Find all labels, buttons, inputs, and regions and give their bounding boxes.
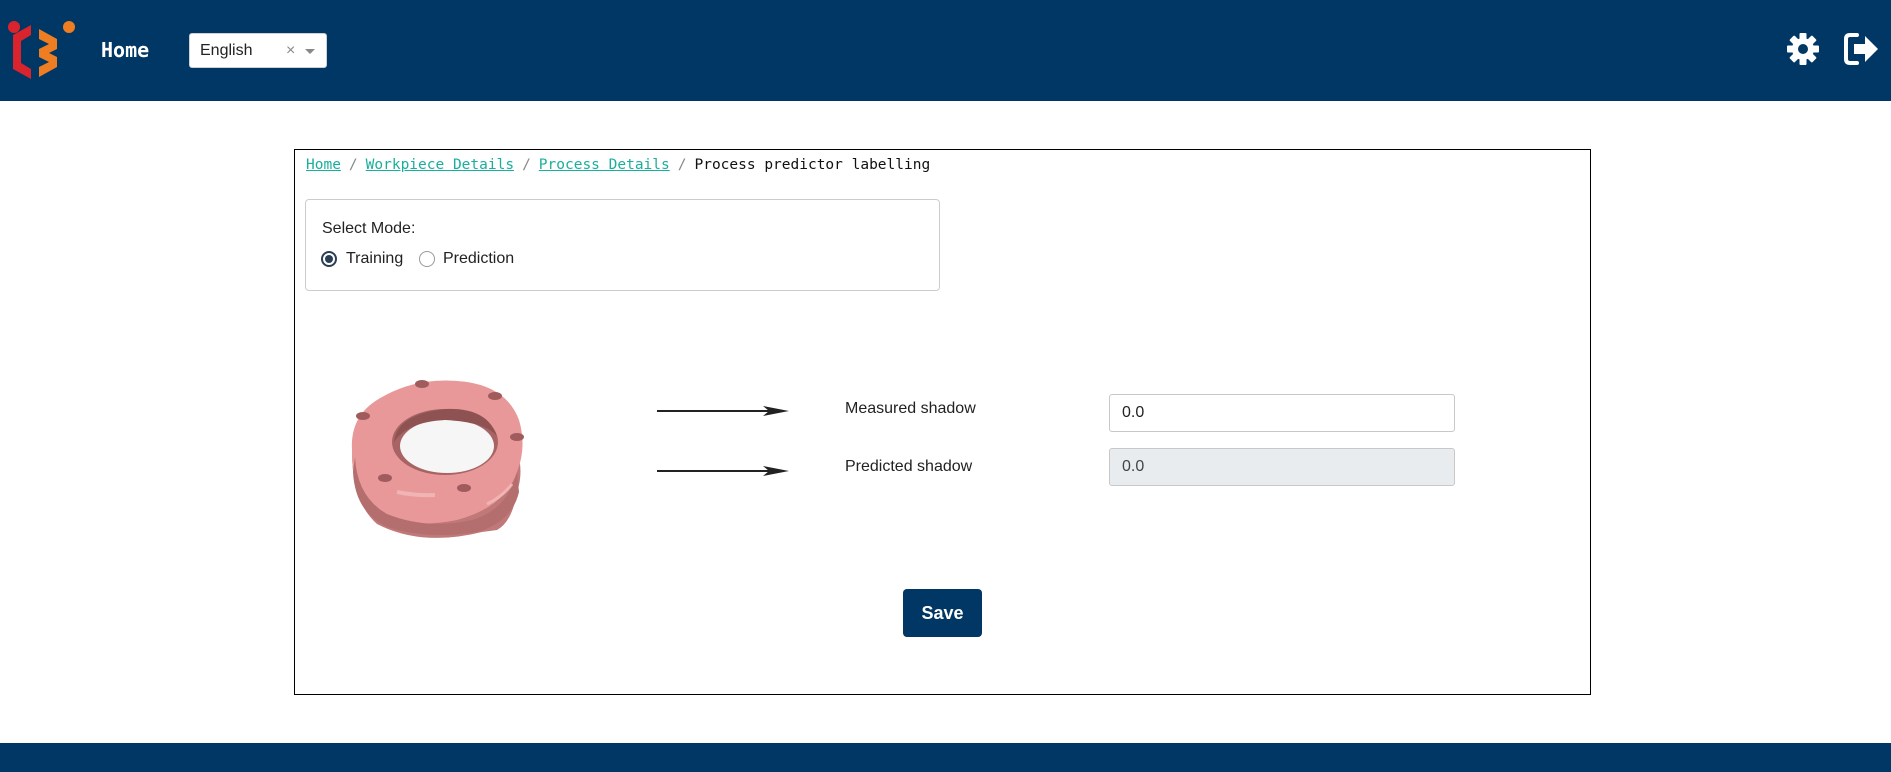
predicted-shadow-label: Predicted shadow bbox=[845, 458, 973, 475]
prediction-radio-label[interactable]: Prediction bbox=[443, 250, 514, 268]
predicted-shadow-input bbox=[1109, 448, 1455, 486]
measured-shadow-label: Measured shadow bbox=[845, 400, 976, 417]
training-radio[interactable] bbox=[321, 251, 337, 267]
breadcrumb-separator: / bbox=[348, 157, 358, 173]
language-select[interactable]: English × bbox=[189, 33, 327, 68]
training-radio-label[interactable]: Training bbox=[346, 250, 403, 268]
breadcrumb-workpiece-details-link[interactable]: Workpiece Details bbox=[366, 157, 514, 173]
arrow-icon bbox=[657, 466, 789, 476]
logo-icon[interactable] bbox=[5, 17, 77, 83]
prediction-radio[interactable] bbox=[419, 251, 435, 267]
arrow-icon bbox=[657, 406, 789, 416]
breadcrumb-current: Process predictor labelling bbox=[694, 157, 931, 173]
clear-icon[interactable]: × bbox=[286, 42, 295, 60]
chevron-down-icon[interactable] bbox=[305, 49, 315, 54]
breadcrumb-home-link[interactable]: Home bbox=[306, 157, 341, 173]
breadcrumb-separator: / bbox=[677, 157, 687, 173]
mode-selector: Select Mode: Training Prediction bbox=[305, 199, 940, 291]
mode-label: Select Mode: bbox=[322, 220, 416, 237]
save-button[interactable]: Save bbox=[903, 589, 982, 637]
workpiece-image bbox=[351, 380, 524, 538]
top-navbar: Home English × bbox=[0, 0, 1891, 101]
breadcrumb-separator: / bbox=[522, 157, 531, 173]
measured-shadow-input[interactable] bbox=[1109, 394, 1455, 432]
footer-bar bbox=[0, 743, 1891, 772]
breadcrumb-process-details-link[interactable]: Process Details bbox=[539, 157, 670, 173]
page-title[interactable]: Home bbox=[101, 38, 149, 62]
gear-icon[interactable] bbox=[1786, 32, 1820, 66]
language-selected-value: English bbox=[200, 42, 253, 59]
logout-icon[interactable] bbox=[1844, 32, 1880, 66]
breadcrumb: Home / Workpiece Details / Process Details / P… bbox=[306, 157, 930, 173]
